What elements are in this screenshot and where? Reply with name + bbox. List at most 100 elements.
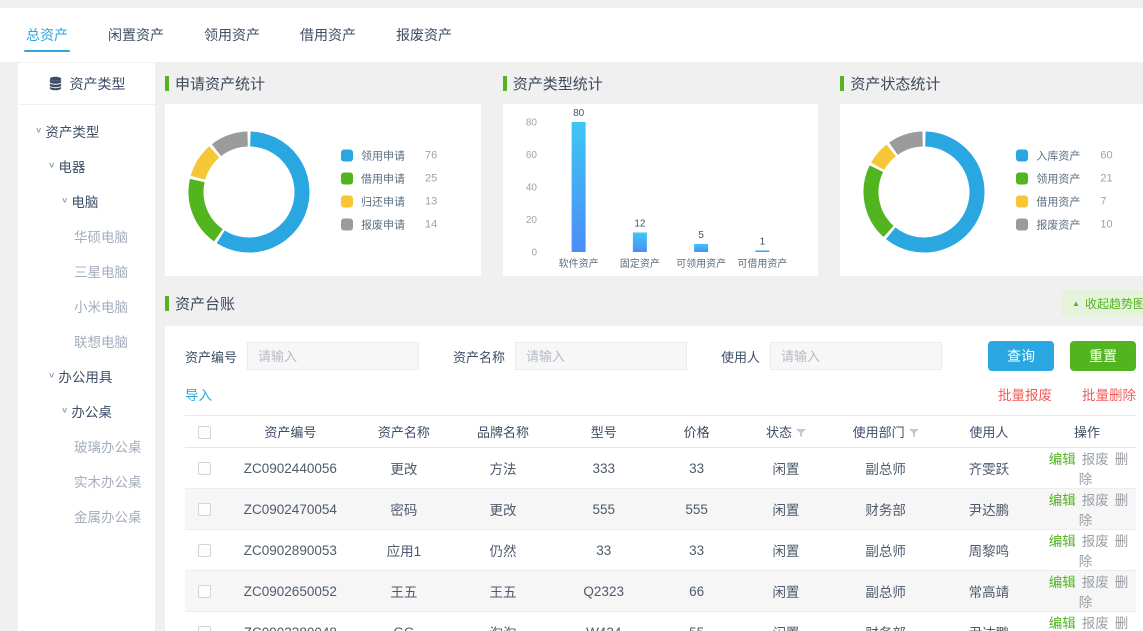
section-title-ledger: 资产台账 xyxy=(165,293,235,314)
collapse-trend-button[interactable]: ▲ 收起趋势图 xyxy=(1061,290,1143,317)
filter-icon[interactable] xyxy=(909,428,919,438)
filter-icon[interactable] xyxy=(796,428,806,438)
section-title-status-stats: 资产状态统计 xyxy=(840,73,1143,94)
field-label: 使用人 xyxy=(721,347,760,366)
table-cell: ZC0902440056 xyxy=(224,448,356,489)
tree-item[interactable]: ∨资产类型 xyxy=(18,113,155,148)
search-button[interactable]: 查询 xyxy=(988,341,1054,371)
legend-item: 借用申请25 xyxy=(341,171,437,187)
table-cell: 33 xyxy=(555,530,653,571)
table-cell: ZC0902650052 xyxy=(224,571,356,612)
tree-item-label: 小米电脑 xyxy=(74,296,128,316)
status-donut-chart xyxy=(840,104,1004,276)
apply-stats-card: 领用申请76借用申请25归还申请13报废申请14 xyxy=(165,104,481,276)
action-报废[interactable]: 报废 xyxy=(1082,493,1109,508)
ledger-title-text: 资产台账 xyxy=(175,293,235,314)
type-stats-card: 02040608080软件资产12固定资产5可领用资产1可借用资产 xyxy=(503,104,819,276)
tree-item[interactable]: 玻璃办公桌 xyxy=(18,428,155,463)
x-category-label: 软件资产 xyxy=(558,257,598,270)
table-cell: 齐雯跃 xyxy=(940,448,1038,489)
donut-segment-借用申请 xyxy=(196,180,218,235)
action-编辑[interactable]: 编辑 xyxy=(1049,493,1076,508)
table-cell: GG xyxy=(356,612,451,631)
chevron-down-icon: ∨ xyxy=(61,196,68,205)
donut-segment-归还申请 xyxy=(198,152,214,178)
table-cell: 闲置 xyxy=(741,612,832,631)
row-checkbox[interactable] xyxy=(198,503,211,516)
legend-item: 报废资产10 xyxy=(1016,217,1112,233)
action-编辑[interactable]: 编辑 xyxy=(1049,575,1076,590)
action-编辑[interactable]: 编辑 xyxy=(1049,452,1076,467)
row-checkbox[interactable] xyxy=(198,626,211,631)
row-checkbox-cell xyxy=(185,489,224,530)
field-input-1[interactable] xyxy=(247,342,419,370)
row-checkbox-cell xyxy=(185,612,224,631)
tree-item[interactable]: 实木办公桌 xyxy=(18,463,155,498)
legend-swatch xyxy=(1016,219,1028,231)
reset-button[interactable]: 重置 xyxy=(1070,341,1136,371)
tree-item-label: 玻璃办公桌 xyxy=(74,436,142,456)
apply-donut-legend: 领用申请76借用申请25归还申请13报废申请14 xyxy=(341,148,437,233)
legend-value: 10 xyxy=(1100,219,1112,231)
legend-swatch xyxy=(341,173,353,185)
asset-table: 资产编号资产名称品牌名称型号价格状态使用部门使用人操作 ZC0902440056… xyxy=(185,415,1136,631)
tree-item[interactable]: ∨办公桌 xyxy=(18,393,155,428)
tab-2[interactable]: 闲置资产 xyxy=(108,8,164,62)
tab-4[interactable]: 借用资产 xyxy=(300,8,356,62)
table-row: ZC0902650052王五王五Q232366闲置副总师常高靖编辑报废删除 xyxy=(185,571,1136,612)
column-header-状态: 状态 xyxy=(741,416,832,448)
section-title-text: 资产状态统计 xyxy=(850,73,940,94)
table-cell: W434 xyxy=(555,612,653,631)
tree-item-label: 电脑 xyxy=(71,191,98,211)
y-tick-label: 80 xyxy=(526,118,538,129)
row-checkbox[interactable] xyxy=(198,462,211,475)
action-报废[interactable]: 报废 xyxy=(1082,575,1109,590)
field-input-2[interactable] xyxy=(515,342,687,370)
row-checkbox[interactable] xyxy=(198,544,211,557)
tree-item[interactable]: 金属办公桌 xyxy=(18,498,155,533)
import-link[interactable]: 导入 xyxy=(185,384,212,404)
action-编辑[interactable]: 编辑 xyxy=(1049,616,1076,631)
batch-scrap-link[interactable]: 批量报废 xyxy=(998,384,1052,404)
table-cell: 闲置 xyxy=(741,489,832,530)
main-content: 申请资产统计 领用申请76借用申请25归还申请13报废申请14 资产类型统计 0… xyxy=(155,62,1143,631)
table-cell: 尹达鹏 xyxy=(940,612,1038,631)
batch-delete-link[interactable]: 批量删除 xyxy=(1082,384,1136,404)
tree-item[interactable]: ∨办公用具 xyxy=(18,358,155,393)
status-donut-legend: 入库资产60领用资产21借用资产7报废资产10 xyxy=(1016,148,1112,233)
action-报废[interactable]: 报废 xyxy=(1082,534,1109,549)
tab-5[interactable]: 报废资产 xyxy=(396,8,452,62)
row-actions: 编辑报废删除 xyxy=(1038,448,1136,489)
y-tick-label: 20 xyxy=(526,215,538,226)
tree-item-label: 联想电脑 xyxy=(74,331,128,351)
row-checkbox[interactable] xyxy=(198,585,211,598)
tree-item[interactable]: 小米电脑 xyxy=(18,288,155,323)
tree-item[interactable]: ∨电脑 xyxy=(18,183,155,218)
title-accent-bar xyxy=(840,76,844,91)
tree-item[interactable]: 三星电脑 xyxy=(18,253,155,288)
table-cell: 常高靖 xyxy=(940,571,1038,612)
donut-segment-报废资产 xyxy=(894,139,923,149)
legend-label: 领用申请 xyxy=(361,148,425,164)
table-cell: 闲置 xyxy=(741,571,832,612)
charts-row: 申请资产统计 领用申请76借用申请25归还申请13报废申请14 资产类型统计 0… xyxy=(165,62,1143,276)
action-编辑[interactable]: 编辑 xyxy=(1049,534,1076,549)
select-all-checkbox[interactable] xyxy=(198,426,211,439)
tree-item[interactable]: 联想电脑 xyxy=(18,323,155,358)
caret-up-icon: ▲ xyxy=(1072,300,1080,308)
tab-3[interactable]: 领用资产 xyxy=(204,8,260,62)
tab-bar: 总资产闲置资产领用资产借用资产报废资产 xyxy=(0,8,1143,62)
tree-item[interactable]: 华硕电脑 xyxy=(18,218,155,253)
table-cell: 方法 xyxy=(451,448,554,489)
action-报废[interactable]: 报废 xyxy=(1082,452,1109,467)
form-field-1: 资产编号 xyxy=(185,342,419,370)
field-input-3[interactable] xyxy=(770,342,942,370)
title-accent-bar xyxy=(165,296,169,311)
tab-1[interactable]: 总资产 xyxy=(26,8,68,62)
table-cell: 闲置 xyxy=(741,448,832,489)
tree-item[interactable]: ∨电器 xyxy=(18,148,155,183)
legend-swatch xyxy=(1016,150,1028,162)
layout: 资产类型 ∨资产类型∨电器∨电脑华硕电脑三星电脑小米电脑联想电脑∨办公用具∨办公… xyxy=(0,62,1143,631)
action-报废[interactable]: 报废 xyxy=(1082,616,1109,631)
sidebar: 资产类型 ∨资产类型∨电器∨电脑华硕电脑三星电脑小米电脑联想电脑∨办公用具∨办公… xyxy=(18,62,155,631)
